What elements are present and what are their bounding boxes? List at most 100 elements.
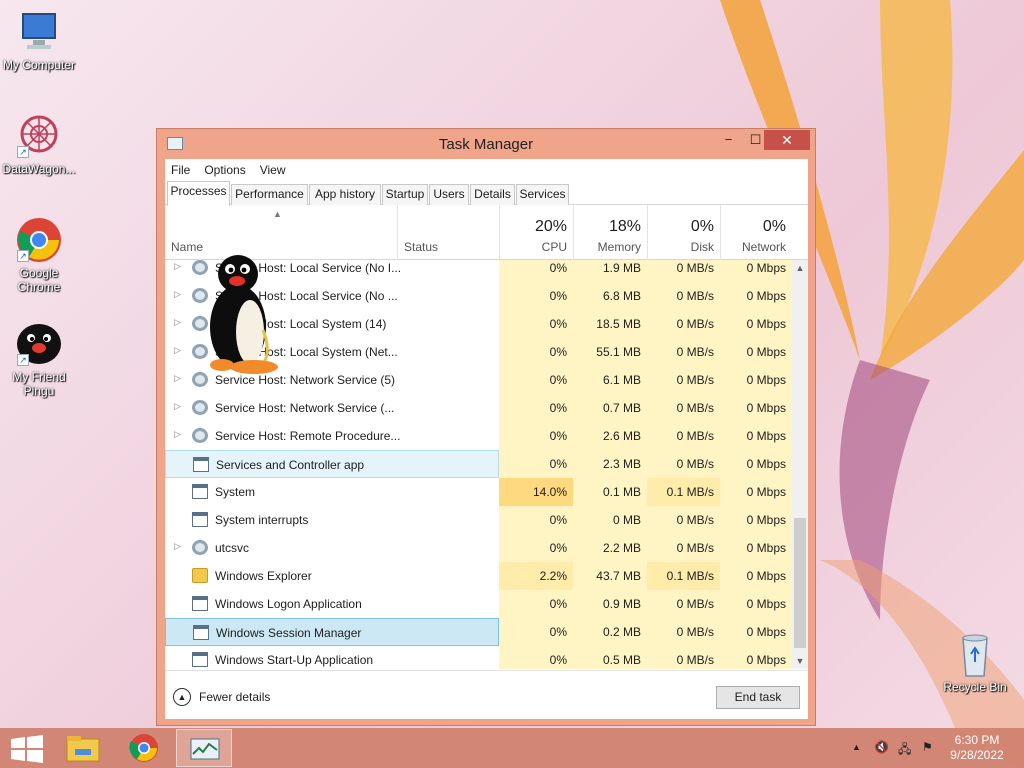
cpu-cell: 0% <box>499 260 573 282</box>
window-icon <box>192 652 208 667</box>
process-name: utcsvc <box>215 541 250 555</box>
close-button[interactable]: ✕ <box>764 130 810 150</box>
vertical-scrollbar[interactable]: ▲ ▼ <box>792 260 808 669</box>
gear-icon <box>192 344 208 359</box>
clock-time: 6:30 PM <box>954 733 1000 747</box>
cpu-cell: 0% <box>499 534 573 562</box>
process-name-cell[interactable]: Services and Controller app <box>165 450 499 478</box>
memory-cell: 43.7 MB <box>573 562 647 590</box>
network-cell: 0 Mbps <box>720 310 792 338</box>
desktop-icon-recycle-bin[interactable]: Recycle Bin <box>936 630 1014 694</box>
expand-chevron-icon[interactable]: ▷ <box>174 345 181 356</box>
desktop-icon-my-friend-pingu[interactable]: ↗ My Friend Pingu <box>0 320 78 398</box>
desktop-icon-my-computer[interactable]: My Computer <box>0 8 78 72</box>
network-cell: 0 Mbps <box>720 394 792 422</box>
memory-cell: 0 MB <box>573 506 647 534</box>
expand-chevron-icon[interactable]: ▷ <box>174 373 181 384</box>
show-hidden-icons-icon[interactable]: ▲ <box>852 742 861 752</box>
memory-cell: 18.5 MB <box>573 310 647 338</box>
tab-app-history[interactable]: App history <box>309 184 381 205</box>
scroll-up-button[interactable]: ▲ <box>792 260 808 276</box>
desktop-icon-google-chrome[interactable]: ↗ Google Chrome <box>0 216 78 294</box>
cpu-cell: 0% <box>499 506 573 534</box>
desktop-icon-datawagon[interactable]: ↗ DataWagon... <box>0 112 78 176</box>
expand-chevron-icon[interactable]: ▷ <box>174 401 181 412</box>
start-button[interactable] <box>0 729 56 767</box>
desktop-icon-label: Recycle Bin <box>943 680 1007 694</box>
column-network[interactable]: 0% Network <box>720 205 792 260</box>
cpu-cell: 0% <box>499 366 573 394</box>
column-cpu[interactable]: 20% CPU <box>499 205 573 260</box>
network-cell: 0 Mbps <box>720 366 792 394</box>
action-center-icon[interactable]: ⚑ <box>922 740 933 754</box>
process-name: Windows Logon Application <box>215 597 362 611</box>
table-row[interactable]: ▷ Service Host: Network Service (... 0% 0.7… <box>165 394 792 422</box>
column-memory[interactable]: 18% Memory <box>573 205 647 260</box>
table-row[interactable]: Windows Explorer 2.2% 43.7 MB 0.1 MB/s 0 Mbp… <box>165 562 792 590</box>
taskbar-file-explorer[interactable] <box>56 729 112 767</box>
disk-cell: 0 MB/s <box>647 590 720 618</box>
table-row[interactable]: Services and Controller app 0% 2.3 MB 0 MB/… <box>165 450 792 478</box>
column-name[interactable]: Name <box>171 240 203 254</box>
table-row[interactable]: Windows Logon Application 0% 0.9 MB 0 MB/s 0… <box>165 590 792 618</box>
taskbar-task-manager[interactable] <box>176 729 232 767</box>
disk-cell: 0.1 MB/s <box>647 478 720 506</box>
tab-users[interactable]: Users <box>429 184 469 205</box>
cpu-label: CPU <box>541 240 567 254</box>
table-row[interactable]: ▷ utcsvc 0% 2.2 MB 0 MB/s 0 Mbps <box>165 534 792 562</box>
tab-details[interactable]: Details <box>470 184 515 205</box>
network-cell: 0 Mbps <box>720 506 792 534</box>
recycle-bin-icon <box>951 630 999 678</box>
table-row[interactable]: System 14.0% 0.1 MB 0.1 MB/s 0 Mbps <box>165 478 792 506</box>
cpu-cell: 14.0% <box>499 478 573 506</box>
tab-strip: Processes Performance App history Startu… <box>165 181 808 206</box>
menu-view[interactable]: View <box>260 163 286 177</box>
network-icon[interactable]: 🖧 <box>898 740 911 761</box>
network-cell: 0 Mbps <box>720 422 792 450</box>
menu-file[interactable]: File <box>171 163 190 177</box>
expand-chevron-icon[interactable]: ▷ <box>174 317 181 328</box>
tab-services[interactable]: Services <box>516 184 569 205</box>
tab-processes[interactable]: Processes <box>167 181 230 206</box>
process-name-cell[interactable]: Windows Session Manager <box>165 618 499 646</box>
scroll-down-button[interactable]: ▼ <box>792 653 808 669</box>
cpu-cell: 2.2% <box>499 562 573 590</box>
taskbar: ▲ 🔇 🖧 ⚑ 6:30 PM 9/28/2022 <box>0 728 1024 768</box>
process-name-cell[interactable]: Windows Logon Application <box>165 590 499 618</box>
end-task-button[interactable]: End task <box>716 686 800 709</box>
expand-chevron-icon[interactable]: ▷ <box>174 541 181 552</box>
volume-muted-icon[interactable]: 🔇 <box>874 740 889 754</box>
disk-cell: 0 MB/s <box>647 394 720 422</box>
tab-performance[interactable]: Performance <box>231 184 308 205</box>
table-row[interactable]: System interrupts 0% 0 MB 0 MB/s 0 Mbps <box>165 506 792 534</box>
process-name-cell[interactable]: ▷ Service Host: Remote Procedure... <box>165 422 499 450</box>
expand-chevron-icon[interactable]: ▷ <box>174 429 181 440</box>
process-name-cell[interactable]: Windows Start-Up Application <box>165 646 499 669</box>
process-name-cell[interactable]: Windows Explorer <box>165 562 499 590</box>
clock[interactable]: 6:30 PM 9/28/2022 <box>945 733 1009 763</box>
tab-startup[interactable]: Startup <box>382 184 428 205</box>
menu-bar: File Options View <box>165 159 808 181</box>
fewer-details-link[interactable]: Fewer details <box>199 690 270 704</box>
process-name-cell[interactable]: ▷ utcsvc <box>165 534 499 562</box>
taskbar-chrome[interactable] <box>116 729 172 767</box>
table-row[interactable]: ▷ Service Host: Remote Procedure... 0% 2.6 … <box>165 422 792 450</box>
shortcut-arrow-icon: ↗ <box>17 354 29 366</box>
column-disk[interactable]: 0% Disk <box>647 205 720 260</box>
minimize-button[interactable]: − <box>715 130 742 150</box>
scroll-thumb[interactable] <box>794 518 806 648</box>
title-bar[interactable]: Task Manager − ☐ ✕ <box>157 129 815 159</box>
process-name-cell[interactable]: System <box>165 478 499 506</box>
expand-chevron-icon[interactable]: ▷ <box>174 261 181 272</box>
process-name-cell[interactable]: ▷ Service Host: Network Service (... <box>165 394 499 422</box>
menu-options[interactable]: Options <box>204 163 245 177</box>
disk-cell: 0 MB/s <box>647 310 720 338</box>
chevron-up-icon[interactable]: ▲ <box>173 688 191 706</box>
network-cell: 0 Mbps <box>720 562 792 590</box>
table-row[interactable]: Windows Session Manager 0% 0.2 MB 0 MB/s 0 M… <box>165 618 792 646</box>
expand-chevron-icon[interactable]: ▷ <box>174 289 181 300</box>
table-row[interactable]: Windows Start-Up Application 0% 0.5 MB 0 MB… <box>165 646 792 669</box>
process-name-cell[interactable]: System interrupts <box>165 506 499 534</box>
pingu-character[interactable] <box>208 252 284 378</box>
memory-cell: 0.7 MB <box>573 394 647 422</box>
